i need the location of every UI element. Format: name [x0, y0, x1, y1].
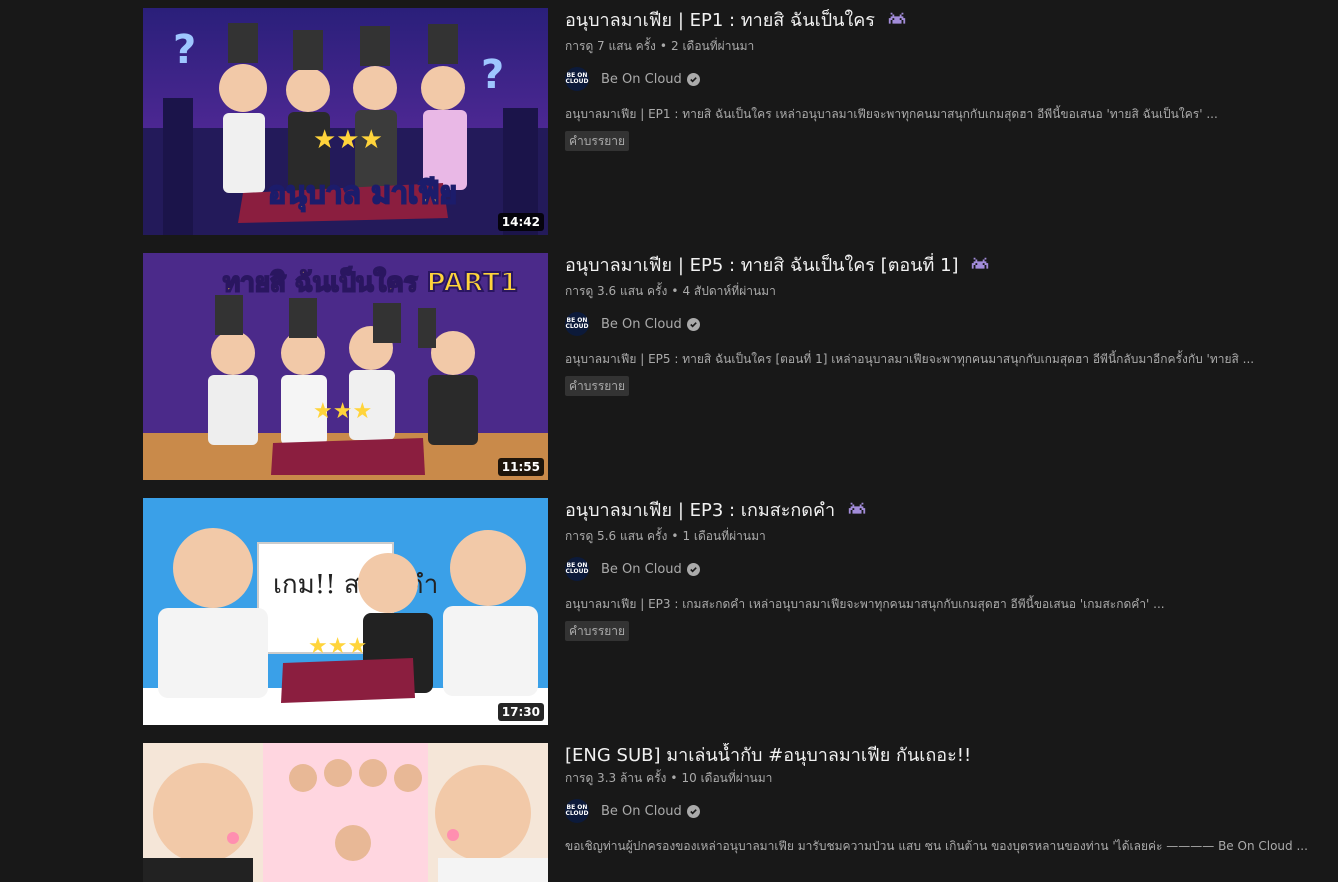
verified-check-icon [686, 804, 700, 818]
video-thumbnail[interactable]: ? ? อนุบาล มาเฟีย ★★★ 14:42 [143, 8, 548, 235]
view-count: การดู 5.6 แสน ครั้ง [565, 529, 668, 543]
svg-text:★★★: ★★★ [308, 634, 367, 659]
video-stats: การดู 3.6 แสน ครั้ง • 4 สัปดาห์ที่ผ่านมา [565, 284, 776, 298]
svg-text:?: ? [481, 52, 504, 98]
verified-check-icon [686, 562, 700, 576]
channel-info[interactable]: BE ON CLOUD Be On Cloud [565, 799, 1335, 823]
video-stats: การดู 7 แสน ครั้ง • 2 เดือนที่ผ่านมา [565, 39, 755, 53]
video-title[interactable]: อนุบาลมาเฟีย | EP1 : ทายสิ ฉันเป็นใคร [565, 8, 1335, 37]
video-thumbnail[interactable]: เกม!! สะกดคำ ★★★ 17:30 [143, 498, 548, 725]
upload-age: 1 เดือนที่ผ่านมา [682, 529, 766, 543]
video-title[interactable]: อนุบาลมาเฟีย | EP3 : เกมสะกดคำ [565, 498, 1335, 527]
video-duration: 17:30 [497, 703, 544, 721]
video-title-text: อนุบาลมาเฟีย | EP3 : เกมสะกดคำ [565, 500, 836, 521]
channel-avatar[interactable]: BE ON CLOUD [565, 799, 589, 823]
upload-age: 4 สัปดาห์ที่ผ่านมา [682, 284, 776, 298]
video-meta: อนุบาลมาเฟีย | EP3 : เกมสะกดคำ การดู 5.6… [565, 498, 1335, 641]
channel-info[interactable]: BE ON CLOUD Be On Cloud [565, 312, 1335, 336]
video-stats: การดู 3.3 ล้าน ครั้ง • 10 เดือนที่ผ่านมา [565, 771, 773, 785]
upload-age: 2 เดือนที่ผ่านมา [671, 39, 755, 53]
channel-info[interactable]: BE ON CLOUD Be On Cloud [565, 557, 1335, 581]
video-description: อนุบาลมาเฟีย | EP5 : ทายสิ ฉันเป็นใคร [ต… [565, 352, 1255, 366]
channel-avatar[interactable]: BE ON CLOUD [565, 67, 589, 91]
view-count: การดู 7 แสน ครั้ง [565, 39, 656, 53]
svg-text:?: ? [173, 27, 196, 73]
video-title[interactable]: [ENG SUB] มาเล่นน้ำกับ #อนุบาลมาเฟีย กัน… [565, 743, 1335, 769]
view-count: การดู 3.3 ล้าน ครั้ง [565, 771, 667, 785]
subtitles-badge: คำบรรยาย [565, 131, 630, 151]
space-invader-icon [847, 501, 867, 527]
video-thumbnail[interactable]: ทายสิ ฉันเป็นใคร PART1 ★★★ 11:55 [143, 253, 548, 480]
space-invader-icon [887, 11, 907, 37]
space-invader-icon [970, 256, 990, 282]
video-title[interactable]: อนุบาลมาเฟีย | EP5 : ทายสิ ฉันเป็นใคร [ต… [565, 253, 1335, 282]
thumbnail-caption: อนุบาล มาเฟีย [268, 176, 457, 212]
svg-text:★★★: ★★★ [313, 399, 372, 424]
channel-name[interactable]: Be On Cloud [601, 72, 682, 87]
video-stats: การดู 5.6 แสน ครั้ง • 1 เดือนที่ผ่านมา [565, 529, 766, 543]
video-title-text: อนุบาลมาเฟีย | EP5 : ทายสิ ฉันเป็นใคร [ต… [565, 255, 959, 276]
svg-text:★★★: ★★★ [313, 125, 383, 155]
verified-check-icon [686, 72, 700, 86]
video-meta: อนุบาลมาเฟีย | EP5 : ทายสิ ฉันเป็นใคร [ต… [565, 253, 1335, 396]
channel-name[interactable]: Be On Cloud [601, 804, 682, 819]
video-meta: [ENG SUB] มาเล่นน้ำกับ #อนุบาลมาเฟีย กัน… [565, 743, 1335, 855]
channel-info[interactable]: BE ON CLOUD Be On Cloud [565, 67, 1335, 91]
verified-check-icon [686, 317, 700, 331]
video-meta: อนุบาลมาเฟีย | EP1 : ทายสิ ฉันเป็นใคร กา… [565, 8, 1335, 151]
channel-avatar[interactable]: BE ON CLOUD [565, 312, 589, 336]
video-result-row[interactable]: ทายสิ ฉันเป็นใคร PART1 ★★★ 11:55 อนุบาลม… [143, 253, 1338, 480]
video-description: อนุบาลมาเฟีย | EP1 : ทายสิ ฉันเป็นใคร เห… [565, 107, 1218, 121]
video-description: ขอเชิญท่านผู้ปกครองของเหล่าอนุบาลมาเฟีย … [565, 839, 1308, 853]
video-duration: 14:42 [497, 213, 544, 231]
channel-avatar[interactable]: BE ON CLOUD [565, 557, 589, 581]
channel-name[interactable]: Be On Cloud [601, 562, 682, 577]
video-description: อนุบาลมาเฟีย | EP3 : เกมสะกดคำ เหล่าอนุบ… [565, 597, 1165, 611]
subtitles-badge: คำบรรยาย [565, 621, 630, 641]
upload-age: 10 เดือนที่ผ่านมา [681, 771, 773, 785]
video-duration: 11:55 [497, 458, 544, 476]
video-result-row[interactable]: [ENG SUB] มาเล่นน้ำกับ #อนุบาลมาเฟีย กัน… [143, 743, 1338, 882]
thumbnail-caption: ทายสิ ฉันเป็นใคร PART1 [223, 266, 518, 298]
video-result-row[interactable]: เกม!! สะกดคำ ★★★ 17:30 อนุบาลมาเฟีย | EP… [143, 498, 1338, 725]
channel-name[interactable]: Be On Cloud [601, 317, 682, 332]
view-count: การดู 3.6 แสน ครั้ง [565, 284, 668, 298]
video-result-row[interactable]: ? ? อนุบาล มาเฟีย ★★★ 14:42 อนุบาลมาเฟีย… [143, 8, 1338, 235]
video-thumbnail[interactable] [143, 743, 548, 882]
subtitles-badge: คำบรรยาย [565, 376, 630, 396]
video-title-text: อนุบาลมาเฟีย | EP1 : ทายสิ ฉันเป็นใคร [565, 10, 875, 31]
